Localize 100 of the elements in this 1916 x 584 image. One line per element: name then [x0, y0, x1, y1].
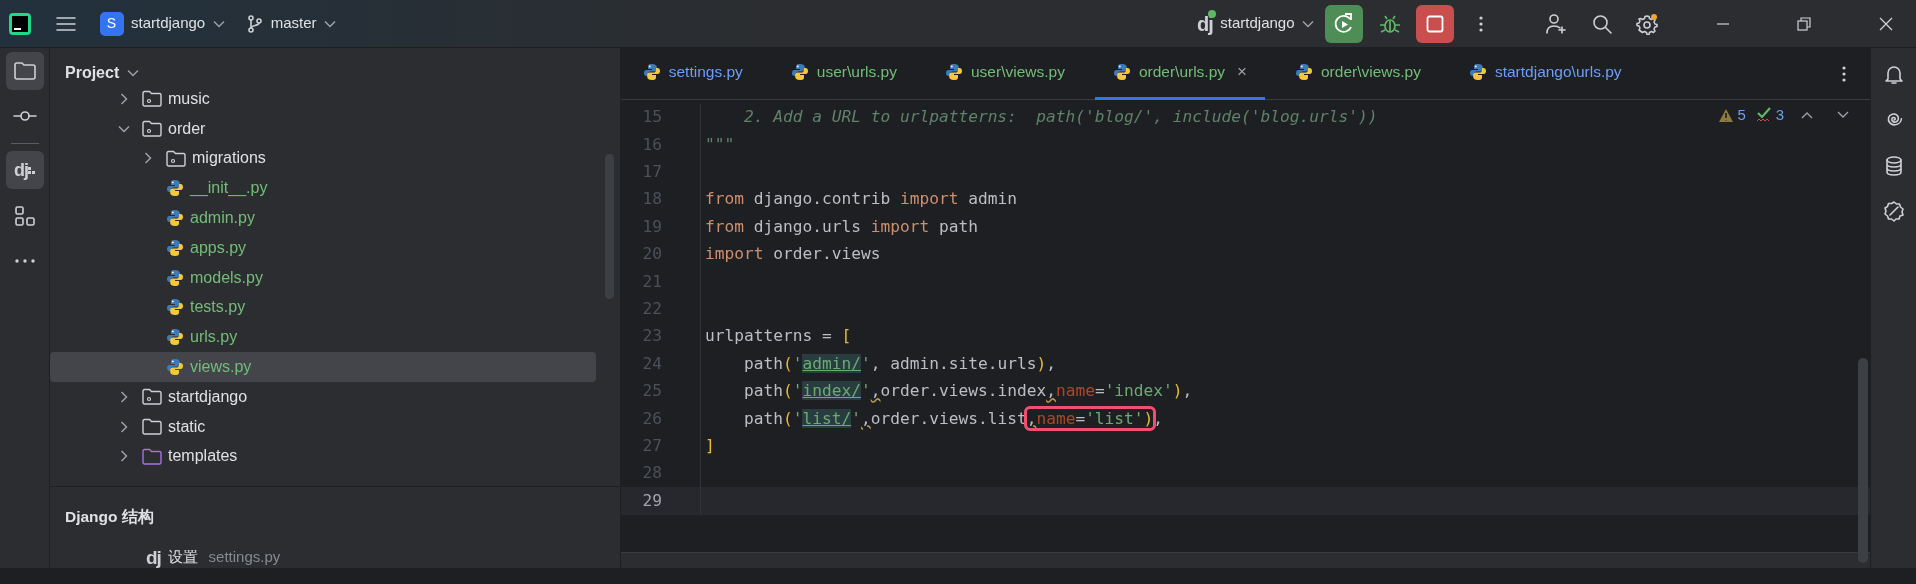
more-horizontal-icon [14, 259, 35, 264]
folder-name: static [168, 416, 206, 437]
stop-button[interactable] [1416, 4, 1455, 43]
warning-count[interactable]: 5 [1717, 103, 1746, 127]
tree-item[interactable]: static [50, 411, 596, 442]
code-line: from django.contrib import admin [705, 188, 1017, 211]
bell-icon [1884, 64, 1903, 85]
folder-name: migrations [192, 148, 266, 169]
add-user-icon [1545, 12, 1568, 35]
close-tab-button[interactable]: × [1237, 59, 1247, 85]
status-dot [1207, 9, 1216, 18]
chevron-up-icon [1801, 111, 1813, 119]
folder-name: order [168, 118, 206, 139]
panel-title: Django 结构 [64, 507, 154, 527]
editor-tab[interactable]: settings.py [624, 47, 761, 100]
tree-item[interactable]: __init__.py [50, 173, 596, 204]
tree-item[interactable]: views.py [50, 352, 596, 382]
run-config-name: startdjango [1220, 13, 1295, 34]
tree-item[interactable]: music [50, 84, 596, 114]
tree-item[interactable]: models.py [50, 262, 596, 293]
editor-tab[interactable]: startdjango\urls.py [1450, 47, 1640, 100]
file-name: views.py [190, 357, 252, 378]
code-line: path('list/',order.views.list,name='list'), [705, 406, 1164, 431]
branch-icon [247, 14, 264, 33]
tree-item[interactable]: order [50, 113, 596, 144]
python-file-icon [166, 358, 184, 377]
commit-icon [12, 110, 37, 123]
python-file-icon [945, 63, 963, 81]
python-file-icon [166, 209, 184, 228]
tree-item[interactable]: apps.py [50, 233, 596, 263]
caret-icon [324, 19, 337, 28]
scrollbar[interactable] [1858, 358, 1868, 563]
file-name: __init__.py [190, 178, 268, 199]
restore-icon [1797, 16, 1812, 31]
tree-item[interactable]: startdjango [50, 381, 596, 412]
editor-tab[interactable]: user\urls.py [772, 47, 915, 100]
tree-item[interactable]: migrations [50, 143, 596, 174]
chevron-down-icon [1837, 111, 1849, 119]
code-line: 2. Add a URL to urlpatterns: path('blog/', include('blog.urls')) [742, 106, 1378, 129]
run-config-selector[interactable]: dj startdjango [1197, 12, 1314, 35]
package-folder-icon [142, 388, 162, 406]
tree-item[interactable]: urls.py [50, 322, 596, 353]
chevron-right-icon [118, 92, 130, 105]
code-line: """ [705, 133, 735, 156]
python-file-icon [166, 268, 184, 287]
folder-name: startdjango [168, 386, 248, 407]
code-line: ] [705, 435, 715, 457]
tree-item[interactable]: admin.py [50, 203, 596, 233]
file-name: admin.py [190, 208, 255, 229]
close-icon [1878, 16, 1893, 31]
project-panel-title[interactable]: Project [65, 61, 139, 85]
code-line: from django.urls import path [705, 215, 978, 238]
branch-selector[interactable]: master [247, 12, 337, 35]
chevron-right-icon [118, 420, 130, 433]
editor-tab[interactable]: user\views.py [927, 47, 1083, 100]
editor-tab[interactable]: order\urls.py × [1094, 47, 1265, 100]
caret-icon [126, 69, 139, 77]
weak-warning-count[interactable]: 3 [1755, 103, 1784, 127]
grid-icon [28, 166, 35, 174]
structure-icon [14, 205, 35, 226]
caret-icon [1302, 19, 1314, 28]
code-line: path('admin/', admin.site.urls), [742, 352, 1056, 375]
python-file-icon [642, 63, 661, 81]
file-name: tests.py [190, 297, 246, 318]
project-selector[interactable]: S startdjango [99, 11, 225, 36]
tree-item[interactable]: templates [50, 441, 596, 472]
chevron-right-icon [118, 450, 130, 463]
folder-icon [142, 418, 162, 436]
file-name: urls.py [190, 327, 238, 348]
django-logo: dj [146, 548, 161, 567]
project-tool-button[interactable] [5, 51, 44, 90]
search-icon [1591, 13, 1612, 34]
python-file-icon [790, 63, 809, 81]
editor-tab[interactable]: order\views.py [1277, 47, 1439, 100]
check-icon [1755, 107, 1772, 123]
code-line: path('index/',order.views.index,name='index'), [742, 380, 1193, 403]
python-file-icon [1295, 63, 1313, 81]
package-folder-icon [142, 90, 162, 108]
chevron-right-icon [118, 390, 130, 403]
branch-name: master [270, 13, 317, 34]
folder-icon [13, 61, 36, 80]
python-file-icon [166, 179, 184, 198]
app-logo-icon [7, 11, 32, 36]
package-folder-icon [142, 120, 162, 138]
database-icon [1884, 155, 1903, 176]
tree-item[interactable]: tests.py [50, 292, 596, 323]
python-file-icon [166, 328, 184, 347]
rerun-button[interactable] [1325, 4, 1364, 43]
django-tool-button[interactable]: dj [5, 151, 44, 190]
settings-icon [1636, 12, 1659, 35]
more-vertical-icon [1841, 65, 1846, 82]
caret-icon [212, 19, 225, 28]
project-badge: S [99, 11, 124, 36]
line-number: 29 [641, 489, 663, 512]
folder-icon [142, 447, 162, 465]
structure-item[interactable]: 设置 settings.py [168, 546, 281, 569]
package-folder-icon [166, 150, 186, 167]
chevron-right-icon [142, 152, 154, 165]
python-file-icon [166, 298, 184, 317]
folder-name: templates [168, 446, 238, 467]
